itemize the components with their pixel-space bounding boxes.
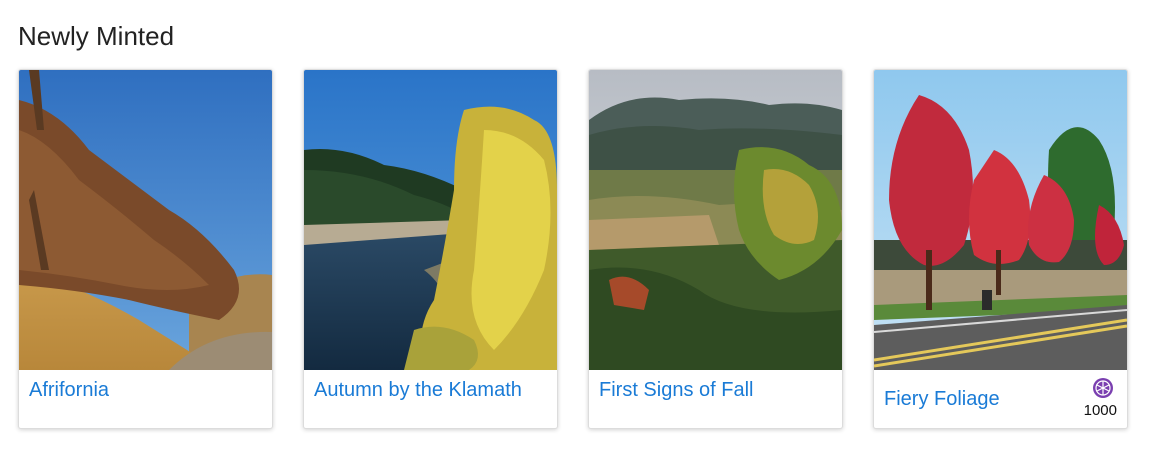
nft-card[interactable]: Afrifornia xyxy=(18,69,273,429)
section-title: Newly Minted xyxy=(18,21,175,51)
card-image[interactable] xyxy=(874,70,1127,370)
nft-card[interactable]: Fiery Foliage 1000 xyxy=(873,69,1128,429)
newly-minted-section: Newly Minted Afrifornia Autumn by the Kl… xyxy=(0,0,1150,460)
card-title-link[interactable]: Afrifornia xyxy=(29,379,109,401)
card-footer: Afrifornia xyxy=(19,370,272,428)
card-footer: Fiery Foliage 1000 xyxy=(874,370,1127,428)
card-footer: First Signs of Fall xyxy=(589,370,842,428)
nft-card[interactable]: First Signs of Fall xyxy=(588,69,843,429)
nft-card[interactable]: Autumn by the Klamath xyxy=(303,69,558,429)
card-title-link[interactable]: Autumn by the Klamath xyxy=(314,379,522,401)
card-title-link[interactable]: First Signs of Fall xyxy=(599,379,753,401)
card-image[interactable] xyxy=(589,70,842,370)
card-image[interactable] xyxy=(19,70,272,370)
card-title-link[interactable]: Fiery Foliage xyxy=(884,388,1000,410)
card-image[interactable] xyxy=(304,70,557,370)
card-footer: Autumn by the Klamath xyxy=(304,370,557,428)
coin-icon xyxy=(1093,378,1113,398)
price-value: 1000 xyxy=(1083,402,1117,419)
